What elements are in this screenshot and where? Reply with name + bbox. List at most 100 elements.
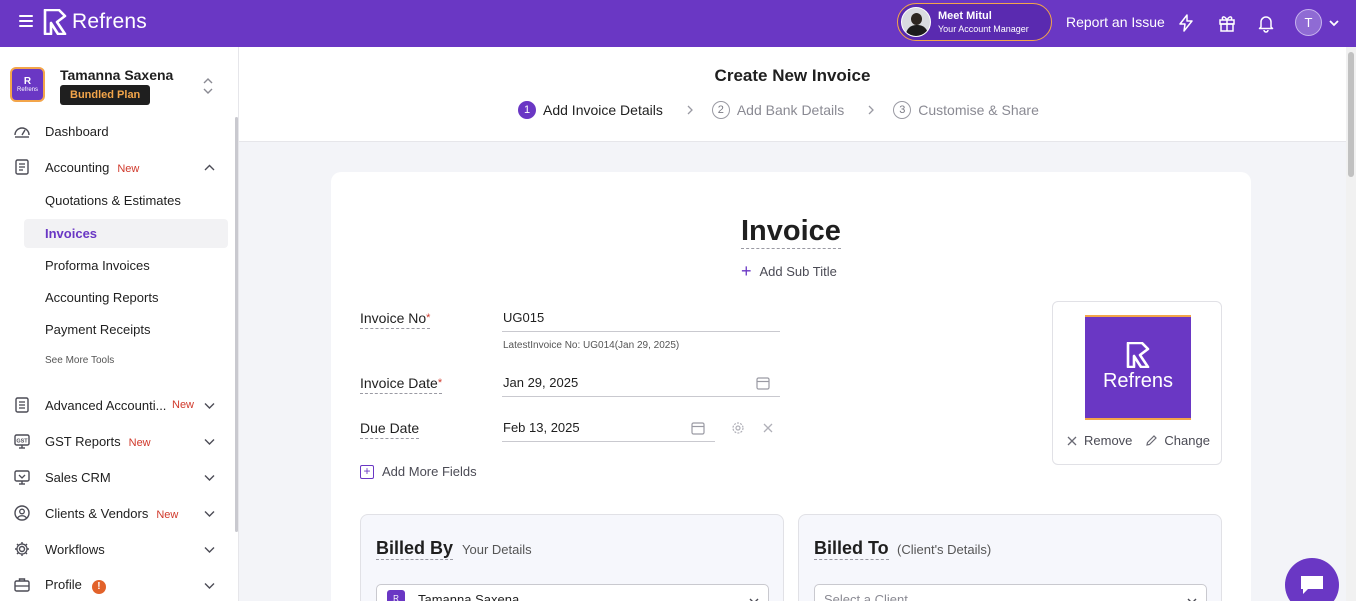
page-title: Create New Invoice	[714, 66, 871, 85]
sidebar-item-clients-vendors[interactable]: Clients & Vendors New	[0, 499, 238, 527]
chevron-down-icon[interactable]	[203, 543, 216, 556]
invoice-no-input[interactable]: UG015	[502, 304, 780, 332]
business-logo-box: Refrens Remove Change	[1052, 301, 1222, 465]
page-header: Create New Invoice 1 Add Invoice Details…	[239, 47, 1346, 142]
billed-by-select[interactable]: R Tamanna Saxena	[376, 584, 769, 601]
sidebar-item-label: Sales CRM	[45, 469, 111, 485]
app-logo[interactable]: Refrens	[43, 9, 147, 35]
sidebar-item-label: Accounting	[45, 159, 110, 175]
sidebar: R Refrens Tamanna Saxena Bundled Plan Das…	[0, 47, 239, 601]
step-customise-share[interactable]: Customise & Share	[918, 102, 1039, 118]
hamburger-icon[interactable]	[19, 15, 33, 27]
chevron-updown-icon[interactable]	[202, 77, 214, 95]
plus-icon: +	[741, 261, 752, 281]
business-logo: Refrens	[1085, 315, 1191, 420]
see-more-tools-link[interactable]: See More Tools	[45, 355, 114, 366]
report-issue-link[interactable]: Report an Issue	[1066, 14, 1165, 30]
billed-by-section: Billed By Your Details R Tamanna Saxena	[360, 514, 784, 601]
chevron-right-icon	[868, 105, 875, 115]
person-icon	[14, 505, 30, 521]
billed-to-subtitle: (Client's Details)	[897, 542, 992, 557]
billed-by-title[interactable]: Billed By	[376, 538, 454, 560]
sidebar-item-accounting[interactable]: Accounting New	[0, 153, 238, 181]
add-more-fields-button[interactable]: + Add More Fields	[360, 464, 477, 479]
sidebar-item-label: GST Reports	[45, 433, 121, 449]
billed-to-select[interactable]: Select a Client	[814, 584, 1207, 601]
refrens-logo-icon	[1126, 342, 1150, 368]
add-subtitle-button[interactable]: + Add Sub Title	[741, 261, 837, 281]
account-manager-chip[interactable]: Meet Mitul Your Account Manager	[897, 3, 1052, 41]
chat-support-button[interactable]	[1285, 558, 1339, 601]
sidebar-subitem-reports[interactable]: Accounting Reports	[24, 283, 228, 312]
close-icon[interactable]	[761, 421, 775, 435]
sidebar-item-label: Workflows	[45, 541, 105, 557]
add-subtitle-label: Add Sub Title	[759, 264, 837, 279]
org-logo-text: Refrens	[16, 86, 38, 93]
chat-icon	[1301, 576, 1323, 594]
change-logo-button[interactable]: Change	[1145, 433, 1210, 448]
sidebar-subitem-invoices[interactable]: Invoices	[24, 219, 228, 248]
plus-box-icon: +	[360, 464, 374, 479]
calendar-icon[interactable]	[756, 376, 770, 390]
close-icon	[1067, 436, 1077, 445]
avatar	[901, 7, 931, 37]
refrens-logo-icon	[43, 9, 67, 35]
sidebar-item-label: Clients & Vendors	[45, 505, 149, 521]
account-manager-role: Your Account Manager	[938, 23, 1029, 34]
bell-icon[interactable]	[1256, 13, 1276, 33]
step-number: 1	[518, 101, 536, 119]
chevron-down-icon[interactable]	[203, 579, 216, 592]
invoice-no-label-text: Invoice No	[360, 310, 427, 326]
document-icon	[15, 397, 29, 413]
warning-badge: !	[91, 579, 106, 594]
invoice-date-label-text: Invoice Date	[360, 375, 438, 391]
due-date-input[interactable]: Feb 13, 2025	[502, 414, 715, 442]
step-add-invoice-details[interactable]: Add Invoice Details	[543, 102, 663, 118]
invoice-no-label[interactable]: Invoice No*	[360, 309, 431, 329]
top-bar: Refrens Meet Mitul Your Account Manager …	[0, 0, 1356, 47]
required-mark: *	[426, 312, 431, 324]
sidebar-item-dashboard[interactable]: Dashboard	[0, 117, 238, 145]
chevron-down-icon[interactable]	[203, 435, 216, 448]
crm-icon	[14, 470, 30, 485]
accounting-icon	[15, 159, 29, 175]
chevron-right-icon	[687, 105, 693, 115]
invoice-date-input[interactable]: Jan 29, 2025	[502, 369, 780, 397]
user-avatar[interactable]: T	[1295, 9, 1322, 36]
remove-logo-button[interactable]: Remove	[1066, 433, 1132, 448]
org-logo: R Refrens	[10, 67, 45, 102]
required-mark: *	[437, 377, 443, 389]
business-logo-text: Refrens	[1102, 370, 1174, 392]
chevron-down-icon[interactable]	[203, 399, 216, 412]
due-date-label[interactable]: Due Date	[360, 419, 420, 439]
invoice-title[interactable]: Invoice	[741, 215, 841, 249]
billed-to-title[interactable]: Billed To	[814, 538, 889, 560]
sidebar-item-workflows[interactable]: Workflows	[0, 535, 238, 563]
invoice-date-label[interactable]: Invoice Date*	[360, 374, 443, 394]
chevron-down-icon[interactable]	[203, 507, 216, 520]
calendar-icon[interactable]	[691, 421, 705, 435]
chevron-down-icon[interactable]	[1328, 17, 1340, 29]
step-add-bank-details[interactable]: Add Bank Details	[737, 102, 844, 118]
sidebar-item-label: Profile	[45, 576, 82, 592]
sidebar-item-profile[interactable]: Profile!	[0, 571, 238, 599]
page-scrollbar[interactable]	[1346, 47, 1356, 601]
gear-icon[interactable]	[731, 421, 745, 435]
sidebar-subitem-quotations[interactable]: Quotations & Estimates	[24, 186, 228, 215]
new-badge: New	[117, 162, 140, 175]
sidebar-item-advanced-accounting[interactable]: Advanced Accounti... New	[0, 391, 238, 419]
sidebar-item-gst-reports[interactable]: GST GST Reports New	[0, 427, 238, 455]
sidebar-scrollbar[interactable]	[235, 117, 238, 532]
gift-icon[interactable]	[1217, 13, 1237, 33]
sidebar-item-label: Dashboard	[45, 123, 109, 139]
chevron-up-icon[interactable]	[203, 161, 216, 174]
chevron-down-icon[interactable]	[203, 471, 216, 484]
sidebar-item-sales-crm[interactable]: Sales CRM	[0, 463, 238, 491]
gear-icon	[15, 542, 29, 556]
account-manager-name: Meet Mitul	[938, 9, 992, 22]
change-logo-label: Change	[1164, 433, 1210, 448]
sidebar-subitem-receipts[interactable]: Payment Receipts	[24, 315, 228, 344]
lightning-icon[interactable]	[1176, 13, 1196, 33]
sidebar-subitem-proforma[interactable]: Proforma Invoices	[24, 251, 228, 280]
gst-icon: GST	[14, 434, 30, 449]
